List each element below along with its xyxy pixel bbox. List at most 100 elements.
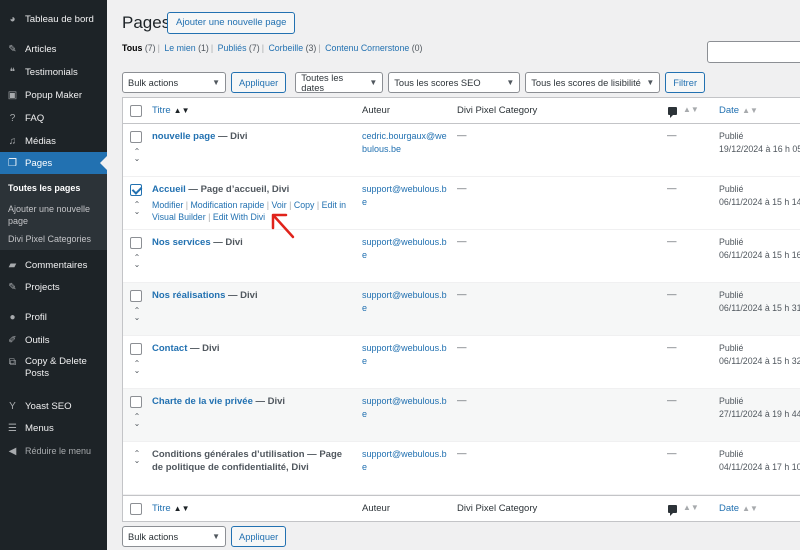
page-title-link[interactable]: Nos services	[152, 237, 211, 248]
column-title-header[interactable]: Titre ▲▼	[152, 503, 190, 514]
column-label: Titre	[152, 105, 171, 116]
drag-handle-icon[interactable]: ⌃ ⌄	[131, 360, 143, 375]
annotation-arrow-icon	[271, 213, 295, 239]
filter-trash[interactable]: Corbeille	[268, 43, 303, 53]
sidebar-item-articles[interactable]: ✎ Articles	[0, 38, 107, 60]
drag-handle-icon[interactable]: ⌃ ⌄	[131, 413, 143, 428]
row-checkbox[interactable]	[130, 396, 142, 408]
collapse-menu-button[interactable]: ◀ Réduire le menu	[0, 440, 107, 462]
row-checkbox[interactable]	[130, 290, 142, 302]
filter-count: (1)	[198, 43, 209, 53]
filter-count: (0)	[411, 43, 423, 53]
page-title-link[interactable]: Nos réalisations	[152, 290, 225, 301]
author-text[interactable]: cedric.bourgaux@webulous.be	[362, 131, 447, 154]
author-link[interactable]: support@webulous.be	[362, 448, 448, 474]
filter-mine[interactable]: Le mien	[164, 43, 195, 53]
column-date-header[interactable]: Date ▲▼	[719, 105, 758, 116]
drag-handle-icon[interactable]: ⌃ ⌄	[131, 307, 143, 322]
sidebar-item-profile[interactable]: ● Profil	[0, 306, 107, 328]
filter-button[interactable]: Filtrer	[665, 72, 706, 93]
sidebar-item-tools[interactable]: ✐ Outils	[0, 329, 107, 351]
sidebar-item-label: Outils	[25, 334, 50, 346]
sidebar-item-menus[interactable]: ☰ Menus	[0, 417, 107, 439]
page-state: — Page d’accueil, Divi	[185, 184, 290, 195]
filter-cornerstone[interactable]: Contenu Cornerstone	[325, 43, 409, 53]
sidebar-item-pages[interactable]: ❐ Pages	[0, 152, 107, 174]
bulk-actions-select[interactable]: Bulk actions ▼	[122, 526, 226, 547]
author-link[interactable]: support@webulous.be	[362, 395, 448, 421]
seo-score-select[interactable]: Tous les scores SEO ▼	[388, 72, 521, 93]
author-link[interactable]: support@webulous.be	[362, 183, 448, 209]
sidebar-item-label: Popup Maker	[25, 89, 83, 101]
sidebar-item-projects[interactable]: ✎ Projects	[0, 276, 107, 298]
page-title-link[interactable]: Contact	[152, 343, 187, 354]
tablenav-bottom: Bulk actions ▼ Appliquer	[122, 526, 295, 548]
apply-button[interactable]: Appliquer	[231, 72, 287, 93]
sidebar-item-testimonials[interactable]: ❝ Testimonials	[0, 61, 107, 83]
drag-handle-icon[interactable]: ⌃ ⌄	[131, 148, 143, 163]
select-value: Toutes les dates	[301, 72, 344, 93]
category-cell: —	[457, 395, 467, 406]
sidebar-item-copy-delete-posts[interactable]: ⧉ Copy & Delete Posts	[0, 356, 107, 384]
sidebar-item-popup-maker[interactable]: ▣ Popup Maker	[0, 84, 107, 106]
author-text[interactable]: support@webulous.be	[362, 237, 447, 260]
copy-link[interactable]: Copy	[294, 200, 315, 210]
page-title-link[interactable]: Accueil	[152, 184, 186, 195]
row-checkbox[interactable]	[130, 237, 142, 249]
sidebar-item-yoast-seo[interactable]: Y Yoast SEO	[0, 395, 107, 417]
author-link[interactable]: support@webulous.be	[362, 289, 448, 315]
comments-column-icon[interactable]	[668, 107, 677, 118]
page-title-text: Conditions générales d’utilisation — Pag…	[152, 449, 343, 473]
edit-link[interactable]: Modifier	[152, 200, 183, 210]
sidebar-item-comments[interactable]: ▰ Commentaires	[0, 254, 107, 276]
comments-column-icon[interactable]	[668, 505, 677, 516]
select-all-checkbox[interactable]	[130, 105, 142, 117]
author-text[interactable]: support@webulous.be	[362, 290, 447, 313]
column-label: Titre	[152, 503, 171, 514]
author-text[interactable]: support@webulous.be	[362, 184, 447, 207]
column-title-header[interactable]: Titre ▲▼	[152, 105, 190, 116]
select-value: Tous les scores SEO	[394, 77, 481, 88]
drag-handle-icon[interactable]: ⌃ ⌄	[131, 254, 143, 269]
wrench-icon: ✐	[8, 334, 17, 346]
sort-icon: ▲▼	[683, 105, 699, 114]
select-all-checkbox[interactable]	[130, 503, 142, 515]
author-text[interactable]: support@webulous.be	[362, 396, 447, 419]
drag-handle-icon[interactable]: ⌃ ⌄	[131, 201, 143, 216]
readability-score-select[interactable]: Tous les scores de lisibilité ▼	[525, 72, 661, 93]
row-checkbox[interactable]	[130, 343, 142, 355]
author-link[interactable]: support@webulous.be	[362, 236, 448, 262]
drag-handle-icon[interactable]: ⌃ ⌄	[131, 450, 143, 465]
author-text[interactable]: support@webulous.be	[362, 449, 447, 472]
date-cell: Publié 06/11/2024 à 15 h 32	[719, 342, 800, 368]
sidebar-item-label: Commentaires	[25, 259, 88, 271]
bulk-actions-select[interactable]: Bulk actions ▼	[122, 72, 226, 93]
submenu-divi-pixel-categories[interactable]: Divi Pixel Categories	[8, 233, 104, 245]
row-checkbox[interactable]	[130, 184, 142, 196]
page-title-link[interactable]: nouvelle page	[152, 131, 215, 142]
add-new-page-button[interactable]: Ajouter une nouvelle page	[167, 12, 296, 34]
quick-edit-link[interactable]: Modification rapide	[190, 200, 264, 210]
dates-filter-select[interactable]: Toutes les dates ▼	[295, 72, 384, 93]
question-icon: ?	[9, 112, 16, 124]
author-text[interactable]: support@webulous.be	[362, 343, 447, 366]
title-cell: Nos réalisations — Divi	[152, 289, 352, 302]
author-link[interactable]: cedric.bourgaux@webulous.be	[362, 130, 448, 156]
page-title-link[interactable]: Charte de la vie privée	[152, 396, 253, 407]
column-date-header[interactable]: Date ▲▼	[719, 503, 758, 514]
view-link[interactable]: Voir	[272, 200, 287, 210]
sidebar-item-dashboard[interactable]: ◕ Tableau de bord	[0, 8, 107, 30]
apply-button[interactable]: Appliquer	[231, 526, 287, 547]
filter-published[interactable]: Publiés	[218, 43, 247, 53]
sidebar-item-medias[interactable]: ♫ Médias	[0, 130, 107, 152]
filter-all[interactable]: Tous	[122, 43, 142, 53]
edit-with-divi-link[interactable]: Edit With Divi	[213, 212, 265, 222]
sidebar-item-faq[interactable]: ? FAQ	[0, 107, 107, 129]
row-checkbox[interactable]	[130, 131, 142, 143]
search-input[interactable]	[707, 41, 800, 63]
submenu-add-page[interactable]: Ajouter une nouvelle page	[8, 203, 104, 227]
table-footer: Titre ▲▼ Auteur Divi Pixel Category ▲▼ Da…	[123, 495, 800, 521]
comments-cell: —	[667, 289, 677, 300]
author-link[interactable]: support@webulous.be	[362, 342, 448, 368]
submenu-all-pages[interactable]: Toutes les pages	[8, 182, 104, 194]
